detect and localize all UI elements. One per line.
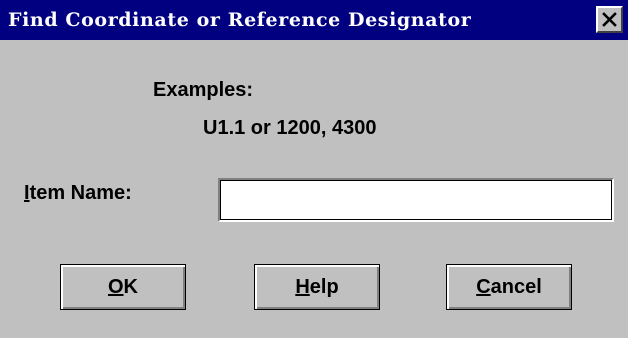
find-dialog: Find Coordinate or Reference Designator …: [0, 0, 631, 338]
examples-text: U1.1 or 1200, 4300: [203, 117, 377, 139]
help-label-text: elp: [309, 276, 339, 298]
cancel-label-text: ancel: [490, 276, 542, 298]
window-title: Find Coordinate or Reference Designator: [8, 9, 472, 31]
item-name-label: Item Name:: [24, 182, 132, 205]
item-name-input[interactable]: [218, 178, 614, 222]
close-button[interactable]: [596, 6, 623, 33]
ok-label-text: K: [123, 276, 138, 298]
ok-mnemonic: O: [107, 276, 124, 298]
close-icon: [602, 12, 617, 27]
cancel-mnemonic: C: [476, 276, 491, 298]
title-bar[interactable]: Find Coordinate or Reference Designator: [0, 0, 628, 40]
examples-heading: Examples:: [153, 79, 254, 101]
ok-button[interactable]: OK: [60, 264, 186, 310]
help-button[interactable]: Help: [254, 264, 380, 310]
cancel-button[interactable]: Cancel: [446, 264, 572, 310]
help-mnemonic: H: [295, 276, 310, 298]
item-name-label-text: tem Name:: [29, 182, 132, 204]
